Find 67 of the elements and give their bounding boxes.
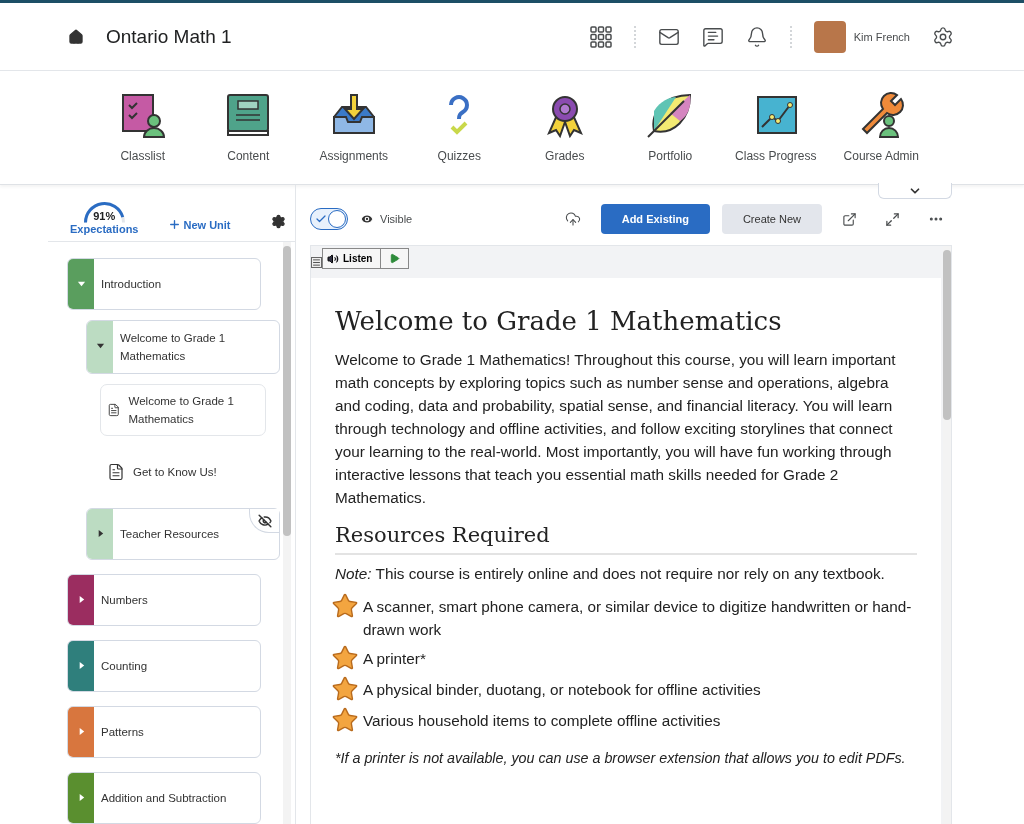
scrollbar[interactable] bbox=[283, 242, 291, 824]
star-icon bbox=[331, 675, 359, 703]
topic-title: Get to Know Us! bbox=[133, 465, 217, 480]
unit-card[interactable]: Numbers bbox=[67, 574, 261, 626]
course-title: Ontario Math 1 bbox=[106, 25, 233, 48]
eye-icon bbox=[360, 212, 374, 226]
toolbar-button[interactable]: Create New bbox=[721, 204, 822, 234]
notification-icon[interactable] bbox=[745, 25, 768, 48]
star-icon bbox=[331, 644, 359, 672]
new-unit-link[interactable]: New Unit bbox=[168, 218, 231, 231]
unit-card[interactable]: Addition and Subtraction bbox=[67, 772, 261, 824]
progress-value: 91% bbox=[93, 210, 116, 222]
nav-link[interactable]: Content bbox=[195, 71, 301, 184]
unit-card[interactable]: Introduction bbox=[67, 258, 261, 310]
footnote: *If a printer is not available, you can use a browser extension that allows you to edit PDFs. bbox=[335, 750, 907, 766]
nav-link[interactable]: Grades bbox=[512, 71, 618, 184]
nav-link[interactable]: Assignments bbox=[301, 71, 407, 184]
page-heading: Welcome to Grade 1 Mathematics bbox=[335, 306, 783, 336]
visibility-label: Visible bbox=[380, 213, 413, 225]
user-name[interactable]: Kim French bbox=[853, 30, 910, 43]
check-icon bbox=[315, 213, 327, 225]
eye-off-icon bbox=[257, 513, 272, 528]
menu-icon[interactable] bbox=[311, 257, 322, 268]
resource-item: A physical binder, duotang, or notebook for offline activities bbox=[363, 680, 761, 700]
nav-link[interactable]: Quizzes bbox=[406, 71, 512, 184]
note-text: Note: This course is entirely online and does not require nor rely on any textbook. bbox=[335, 565, 886, 583]
progress-gauge bbox=[83, 202, 125, 223]
document-icon bbox=[107, 463, 125, 481]
unit-title: Teacher Resources bbox=[119, 527, 221, 542]
resource-item: A printer* bbox=[363, 649, 426, 669]
star-icon bbox=[331, 592, 359, 620]
intro-paragraph: Welcome to Grade 1 Mathematics! Throughout this course, you will learn important math concepts by exploring topics such as number sense and operations, algebra and coding, data and probability, spatial sense, and financial literacy. You will learn through technology and offline activities, and follow exciting storylines that connect your learning to the real-world. Most importantly, you will have fun working through interactive lessons that teach you essential math skills needed for Grade 2 Mathematics. bbox=[335, 350, 897, 508]
nav-link[interactable]: Class Progress bbox=[723, 71, 829, 184]
topic-title: Welcome to Grade 1 Mathematics bbox=[128, 394, 235, 427]
resource-item: A scanner, smart phone camera, or similar device to digitize handwritten or hand-drawn work bbox=[363, 597, 913, 640]
section-heading: Resources Required bbox=[335, 523, 917, 555]
nav-link[interactable]: Classlist bbox=[90, 71, 196, 184]
home-icon[interactable] bbox=[68, 28, 84, 45]
unit-title: Welcome to Grade 1 Mathematics bbox=[119, 331, 227, 364]
speaker-icon bbox=[327, 252, 339, 265]
topic-item[interactable]: Welcome to Grade 1 Mathematics bbox=[100, 384, 266, 436]
unit-title: Introduction bbox=[100, 277, 163, 292]
document-icon bbox=[107, 401, 121, 419]
unit-title: Addition and Subtraction bbox=[100, 791, 228, 806]
avatar[interactable] bbox=[813, 20, 846, 53]
module-card[interactable]: Welcome to Grade 1 Mathematics bbox=[86, 320, 280, 374]
chat-icon[interactable] bbox=[701, 25, 724, 48]
expectations-link[interactable]: Expectations bbox=[70, 223, 139, 235]
caret-icon[interactable] bbox=[95, 341, 105, 350]
play-icon bbox=[389, 253, 401, 264]
toolbar-button[interactable]: Add Existing bbox=[600, 204, 710, 234]
unit-title: Patterns bbox=[100, 725, 145, 740]
plus-icon bbox=[168, 218, 182, 231]
settings-icon[interactable] bbox=[932, 25, 954, 48]
grid-icon[interactable] bbox=[589, 25, 612, 48]
settings-icon[interactable] bbox=[270, 214, 286, 229]
nav-link[interactable]: Course Admin bbox=[828, 71, 934, 184]
nav-link[interactable]: Portfolio bbox=[617, 71, 723, 184]
module-card[interactable]: Teacher Resources bbox=[86, 508, 280, 560]
unit-title: Counting bbox=[100, 659, 149, 674]
topic-item[interactable]: Get to Know Us! bbox=[100, 446, 266, 498]
unit-card[interactable]: Patterns bbox=[67, 706, 261, 758]
star-icon bbox=[331, 706, 359, 734]
resource-item: Various household items to complete offline activities bbox=[363, 711, 721, 731]
unit-card[interactable]: Counting bbox=[67, 640, 261, 692]
unit-title: Numbers bbox=[100, 593, 149, 608]
visibility-toggle[interactable] bbox=[310, 208, 348, 230]
